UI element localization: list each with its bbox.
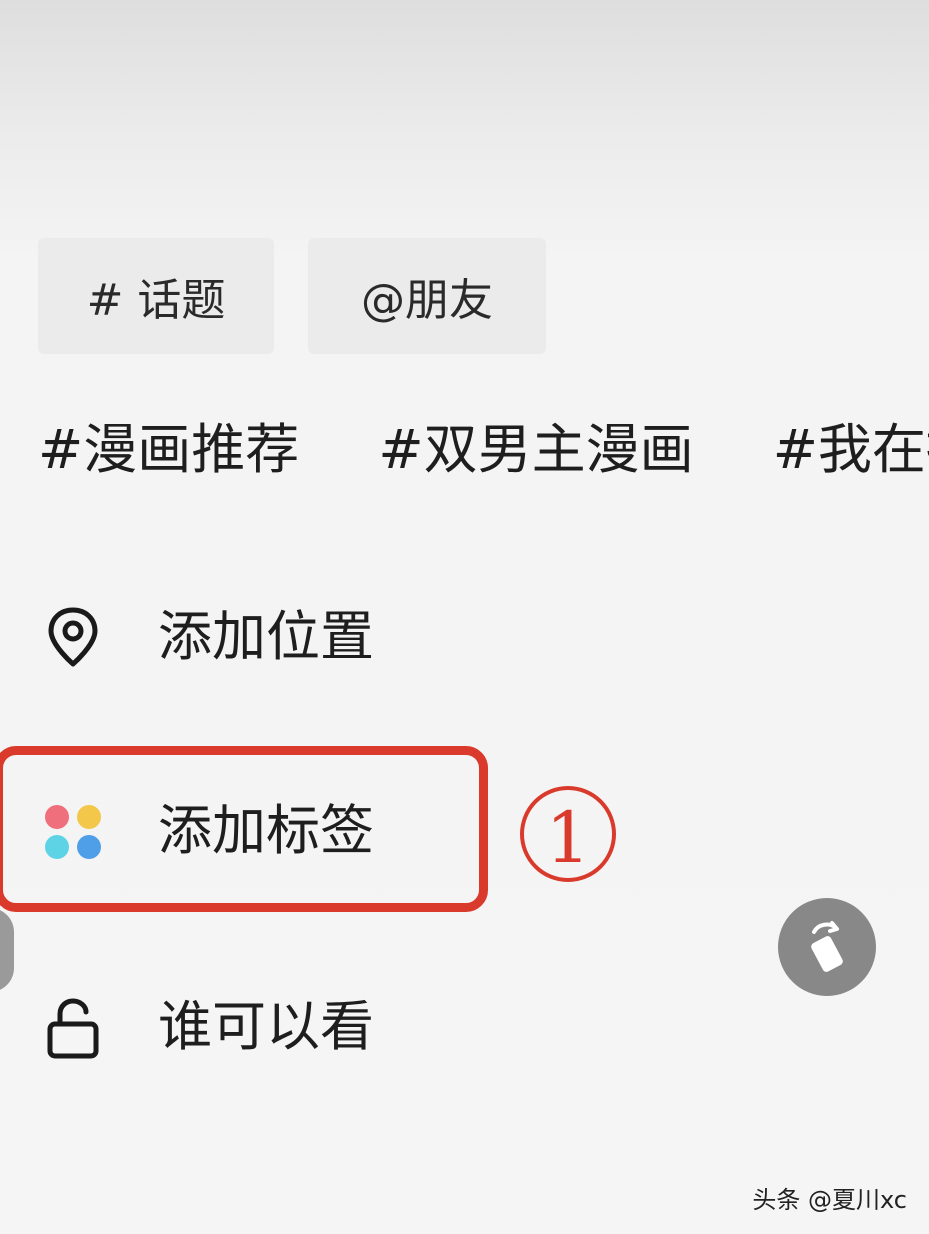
highlight-annotation-box <box>0 746 488 912</box>
topic-chip-label: # 话题 <box>86 275 226 326</box>
watermark-text: 头条 @夏川xc <box>752 1186 907 1214</box>
step-number-marker: 1 <box>520 786 616 882</box>
visibility-label: 谁可以看 <box>158 995 374 1058</box>
unlock-icon <box>40 994 106 1060</box>
friend-chip-label: @朋友 <box>361 275 493 326</box>
hashtag-item[interactable]: #我在搞 <box>773 410 929 490</box>
add-location-row[interactable]: 添加位置 <box>0 582 929 692</box>
rotate-screen-button[interactable] <box>778 898 876 996</box>
mention-friend-chip[interactable]: @朋友 <box>308 238 546 354</box>
visibility-row[interactable]: 谁可以看 <box>0 972 929 1082</box>
location-pin-icon <box>40 604 106 670</box>
add-location-label: 添加位置 <box>158 605 374 668</box>
rotate-screen-icon <box>811 921 843 972</box>
topic-chip[interactable]: # 话题 <box>38 238 274 354</box>
hashtag-item[interactable]: #漫画推荐 <box>38 410 299 490</box>
suggested-hashtags: #漫画推荐 #双男主漫画 #我在搞 <box>38 410 929 490</box>
hashtag-item[interactable]: #双男主漫画 <box>378 410 693 490</box>
